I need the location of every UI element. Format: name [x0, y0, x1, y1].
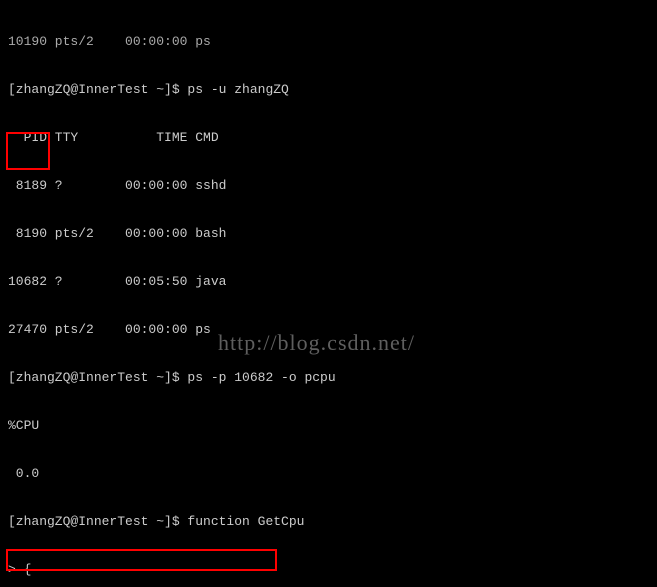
output-line: 8190 pts/2 00:00:00 bash [8, 226, 653, 242]
output-line: [zhangZQ@InnerTest ~]$ ps -p 10682 -o pc… [8, 370, 653, 386]
output-line: PID TTY TIME CMD [8, 130, 653, 146]
output-line: 10190 pts/2 00:00:00 ps [8, 34, 653, 50]
output-line: [zhangZQ@InnerTest ~]$ ps -u zhangZQ [8, 82, 653, 98]
output-line: > { [8, 562, 653, 578]
output-line: 8189 ? 00:00:00 sshd [8, 178, 653, 194]
output-line: [zhangZQ@InnerTest ~]$ function GetCpu [8, 514, 653, 530]
output-line: 10682 ? 00:05:50 java [8, 274, 653, 290]
terminal-output[interactable]: 10190 pts/2 00:00:00 ps [zhangZQ@InnerTe… [0, 0, 657, 587]
output-line: 27470 pts/2 00:00:00 ps [8, 322, 653, 338]
output-line: %CPU [8, 418, 653, 434]
output-line: 0.0 [8, 466, 653, 482]
